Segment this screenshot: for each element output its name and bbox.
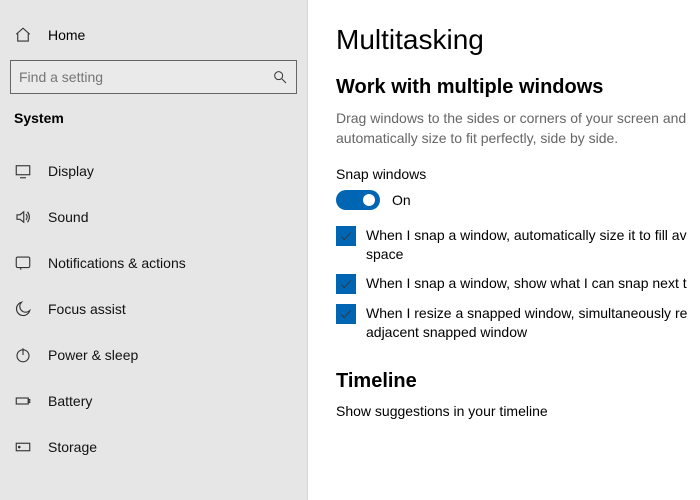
- sidebar-item-label: Focus assist: [48, 301, 126, 317]
- sidebar-item-label: Power & sleep: [48, 347, 138, 363]
- check-row: When I snap a window, show what I can sn…: [336, 274, 700, 294]
- power-icon: [14, 346, 32, 364]
- section-description: Drag windows to the sides or corners of …: [336, 109, 700, 148]
- snap-windows-toggle-row: On: [336, 190, 700, 210]
- checkbox-label: When I snap a window, show what I can sn…: [366, 274, 687, 293]
- sidebar-item-label: Notifications & actions: [48, 255, 186, 271]
- timeline-heading: Timeline: [336, 370, 700, 393]
- toggle-state-label: On: [392, 192, 411, 208]
- snap-windows-label: Snap windows: [336, 166, 700, 182]
- search-input[interactable]: [19, 69, 272, 85]
- section-heading: Work with multiple windows: [336, 76, 700, 99]
- notifications-icon: [14, 254, 32, 272]
- focus-assist-icon: [14, 300, 32, 318]
- timeline-subtext: Show suggestions in your timeline: [336, 403, 700, 419]
- settings-sidebar: Home System Display Sound Notifications …: [0, 0, 308, 500]
- sidebar-item-label: Battery: [48, 393, 92, 409]
- display-icon: [14, 162, 32, 180]
- home-icon: [14, 26, 32, 44]
- storage-icon: [14, 438, 32, 456]
- checkbox-label: When I snap a window, automatically size…: [366, 226, 687, 264]
- sidebar-item-power-sleep[interactable]: Power & sleep: [0, 332, 307, 378]
- checkbox-resize-adjacent[interactable]: [336, 304, 356, 324]
- check-row: When I resize a snapped window, simultan…: [336, 304, 700, 342]
- sidebar-item-storage[interactable]: Storage: [0, 424, 307, 470]
- sidebar-item-notifications[interactable]: Notifications & actions: [0, 240, 307, 286]
- sidebar-home[interactable]: Home: [0, 16, 307, 54]
- snap-windows-toggle[interactable]: [336, 190, 380, 210]
- sidebar-item-label: Sound: [48, 209, 88, 225]
- page-title: Multitasking: [336, 24, 700, 56]
- timeline-section: Timeline Show suggestions in your timeli…: [336, 370, 700, 419]
- main-content: Multitasking Work with multiple windows …: [308, 0, 700, 500]
- sidebar-item-label: Storage: [48, 439, 97, 455]
- sidebar-item-sound[interactable]: Sound: [0, 194, 307, 240]
- sidebar-item-battery[interactable]: Battery: [0, 378, 307, 424]
- toggle-knob: [363, 194, 375, 206]
- nav-list: Display Sound Notifications & actions Fo…: [0, 148, 307, 470]
- sidebar-item-focus-assist[interactable]: Focus assist: [0, 286, 307, 332]
- search-input-container[interactable]: [10, 60, 297, 94]
- sidebar-item-label: Display: [48, 163, 94, 179]
- search-icon: [272, 69, 288, 85]
- sound-icon: [14, 208, 32, 226]
- battery-icon: [14, 392, 32, 410]
- sidebar-item-display[interactable]: Display: [0, 148, 307, 194]
- checkbox-label: When I resize a snapped window, simultan…: [366, 304, 687, 342]
- checkbox-auto-size[interactable]: [336, 226, 356, 246]
- home-label: Home: [48, 27, 85, 43]
- check-row: When I snap a window, automatically size…: [336, 226, 700, 264]
- checkbox-show-next[interactable]: [336, 274, 356, 294]
- category-heading: System: [0, 110, 307, 130]
